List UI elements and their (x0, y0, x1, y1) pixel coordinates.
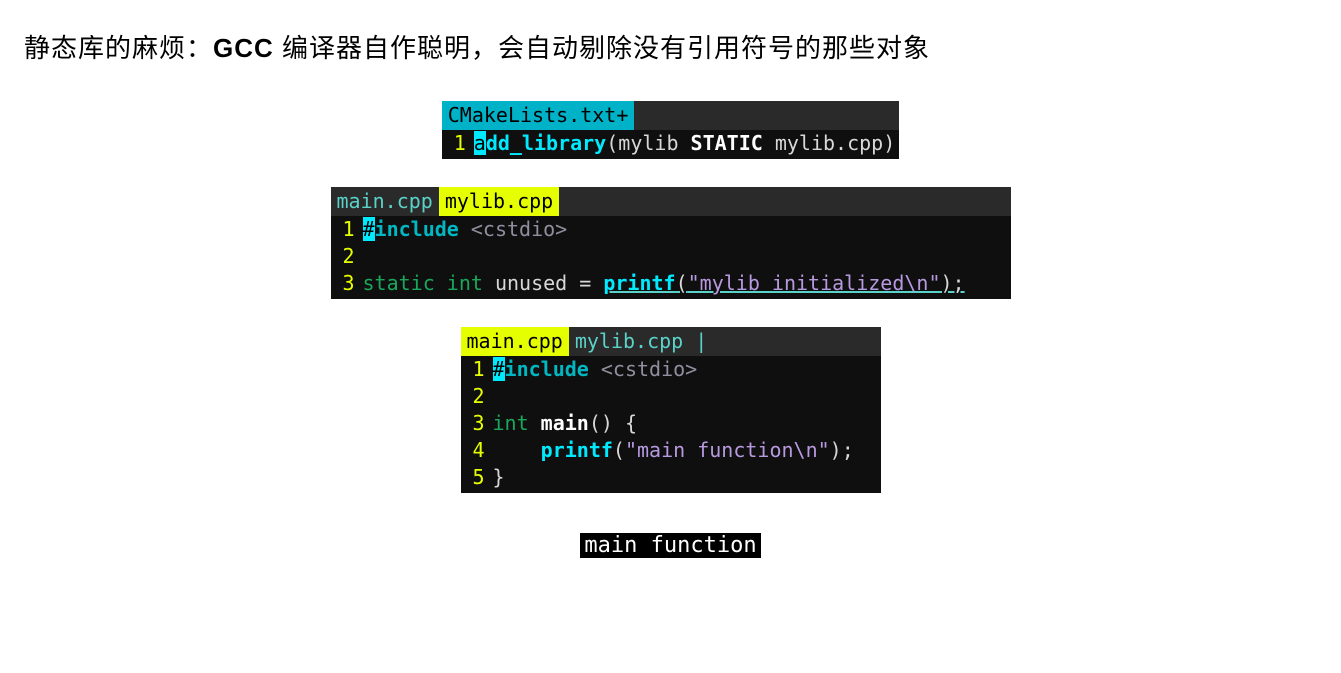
token: ); (941, 271, 965, 295)
line-number: 2 (461, 383, 493, 410)
token-header: <cstdio> (471, 217, 567, 241)
line-number: 1 (331, 216, 363, 243)
token-string: "main function\n" (625, 438, 830, 462)
space (459, 217, 471, 241)
token-keyword: STATIC (691, 131, 763, 155)
heading: 静态库的麻烦：GCC 编译器自作聪明，会自动剔除没有引用符号的那些对象 (0, 28, 1341, 65)
code-line: 1 add_library(mylib STATIC mylib.cpp) (442, 130, 895, 157)
token: () { (589, 411, 637, 435)
content-area: CMakeLists.txt+ 1 add_library(mylib STAT… (0, 101, 1341, 558)
code-line: 1 #include <cstdio> (461, 356, 877, 383)
token-call: printf (541, 438, 613, 462)
line-number: 1 (442, 130, 474, 157)
token-keyword: include (375, 217, 459, 241)
code-body: 1 add_library(mylib STATIC mylib.cpp) (442, 130, 899, 159)
code-line: 2 (331, 243, 1007, 270)
line-content: #include <cstdio> (363, 216, 568, 243)
token: ( (676, 271, 688, 295)
line-number: 3 (331, 270, 363, 297)
heading-post: 编译器自作聪明，会自动剔除没有引用符号的那些对象 (274, 33, 930, 63)
code-line: 1 #include <cstdio> (331, 216, 1007, 243)
code-body: 1 #include <cstdio> 2 3 int main() { 4 p… (461, 356, 881, 493)
tab-mylib-inactive[interactable]: mylib.cpp | (569, 327, 713, 356)
heading-bold: GCC (213, 33, 274, 63)
line-content: printf("main function\n"); (493, 437, 854, 464)
token: (mylib (606, 131, 690, 155)
tab-mylib-active[interactable]: mylib.cpp (439, 187, 559, 216)
line-number: 2 (331, 243, 363, 270)
line-number: 1 (461, 356, 493, 383)
tab-bar: main.cpp mylib.cpp | (461, 327, 881, 356)
space (483, 271, 495, 295)
tab-main-active[interactable]: main.cpp (461, 327, 569, 356)
tab-bar: CMakeLists.txt+ (442, 101, 899, 130)
code-line: 5 } (461, 464, 877, 491)
line-content: add_library(mylib STATIC mylib.cpp) (474, 130, 895, 157)
space (589, 357, 601, 381)
code-body: 1 #include <cstdio> 2 3 static int unuse… (331, 216, 1011, 299)
tab-main-inactive[interactable]: main.cpp (331, 187, 439, 216)
cursor: a (474, 131, 486, 155)
line-content: int main() { (493, 410, 638, 437)
token-string: "mylib initialized\n" (688, 271, 941, 295)
line-number: 5 (461, 464, 493, 491)
line-number: 3 (461, 410, 493, 437)
token: ); (830, 438, 854, 462)
code-line: 3 int main() { (461, 410, 877, 437)
token-keyword: int (493, 411, 529, 435)
code-line: 3 static int unused = printf("mylib init… (331, 270, 1007, 297)
program-output: main function (580, 533, 760, 558)
token-header: <cstdio> (601, 357, 697, 381)
token: ( (613, 438, 625, 462)
cursor: # (363, 217, 375, 241)
line-number: 4 (461, 437, 493, 464)
code-line: 4 printf("main function\n"); (461, 437, 877, 464)
token-keyword: static (363, 271, 435, 295)
token: mylib.cpp) (763, 131, 895, 155)
token: unused = (495, 271, 603, 295)
token-keyword: include (505, 357, 589, 381)
line-content: static int unused = printf("mylib initia… (363, 270, 965, 297)
cursor: # (493, 357, 505, 381)
indent (493, 438, 541, 462)
code-block-main: main.cpp mylib.cpp | 1 #include <cstdio>… (461, 327, 881, 493)
token-fn: dd_library (486, 131, 606, 155)
tab-bar: main.cpp mylib.cpp (331, 187, 1011, 216)
code-line: 2 (461, 383, 877, 410)
line-content: } (493, 464, 505, 491)
token-call: printf (603, 271, 675, 295)
token-keyword: int (447, 271, 483, 295)
code-block-cmakelists: CMakeLists.txt+ 1 add_library(mylib STAT… (442, 101, 899, 159)
heading-pre: 静态库的麻烦： (24, 33, 213, 63)
token-fn: main (541, 411, 589, 435)
space (529, 411, 541, 435)
space (435, 271, 447, 295)
code-block-mylib: main.cpp mylib.cpp 1 #include <cstdio> 2… (331, 187, 1011, 299)
tab-cmakelists[interactable]: CMakeLists.txt+ (442, 101, 635, 130)
line-content: #include <cstdio> (493, 356, 698, 383)
